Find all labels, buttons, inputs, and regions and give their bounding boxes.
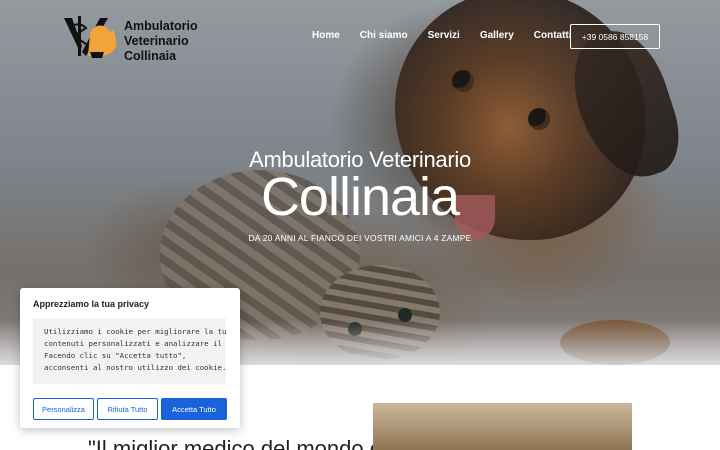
hero-tagline: DA 20 ANNI AL FIANCO DEI VOSTRI AMICI A … xyxy=(248,233,472,243)
cookie-customize-button[interactable]: Personalizza xyxy=(33,398,94,420)
cookie-accept-button[interactable]: Accetta Tutto xyxy=(161,398,227,420)
cookie-consent-banner: Apprezziamo la tua privacy Utilizziamo i… xyxy=(20,288,240,428)
nav-servizi[interactable]: Servizi xyxy=(428,30,460,41)
cookie-text-line: Utilizziamo i cookie per migliorare la t… xyxy=(44,327,226,336)
main-nav: Home Chi siamo Servizi Gallery Contatti xyxy=(312,30,592,41)
hero-title: Collinaia xyxy=(260,167,460,227)
cookie-description[interactable]: Utilizziamo i cookie per migliorare la t… xyxy=(33,318,226,384)
content-photo xyxy=(373,403,632,450)
logo-text-line: Ambulatorio xyxy=(124,19,198,33)
cookie-text-line: acconsenti al nostro utilizzo dei cookie… xyxy=(44,363,226,372)
site-logo[interactable]: Ambulatorio Veterinario Collinaia xyxy=(60,12,210,64)
quote-heading: "Il miglior medico del mondo è xyxy=(88,436,382,450)
nav-home[interactable]: Home xyxy=(312,30,340,41)
phone-button[interactable]: +39 0586 858158 xyxy=(570,24,660,49)
logo-text: Ambulatorio Veterinario Collinaia xyxy=(124,19,198,64)
cookie-text-line: contenuti personalizzati e analizzare il… xyxy=(44,339,226,348)
cookie-reject-button[interactable]: Rifiuta Tutto xyxy=(97,398,158,420)
nav-gallery[interactable]: Gallery xyxy=(480,30,514,41)
cookie-text-line: Facendo clic su "Accetta tutto", xyxy=(44,351,187,360)
veterinary-logo-icon xyxy=(64,16,117,58)
nav-chi-siamo[interactable]: Chi siamo xyxy=(360,30,408,41)
logo-text-line: Veterinario xyxy=(124,34,189,48)
logo-text-line: Collinaia xyxy=(124,49,177,63)
nav-contatti[interactable]: Contatti xyxy=(534,30,572,41)
cookie-title: Apprezziamo la tua privacy xyxy=(33,299,150,309)
